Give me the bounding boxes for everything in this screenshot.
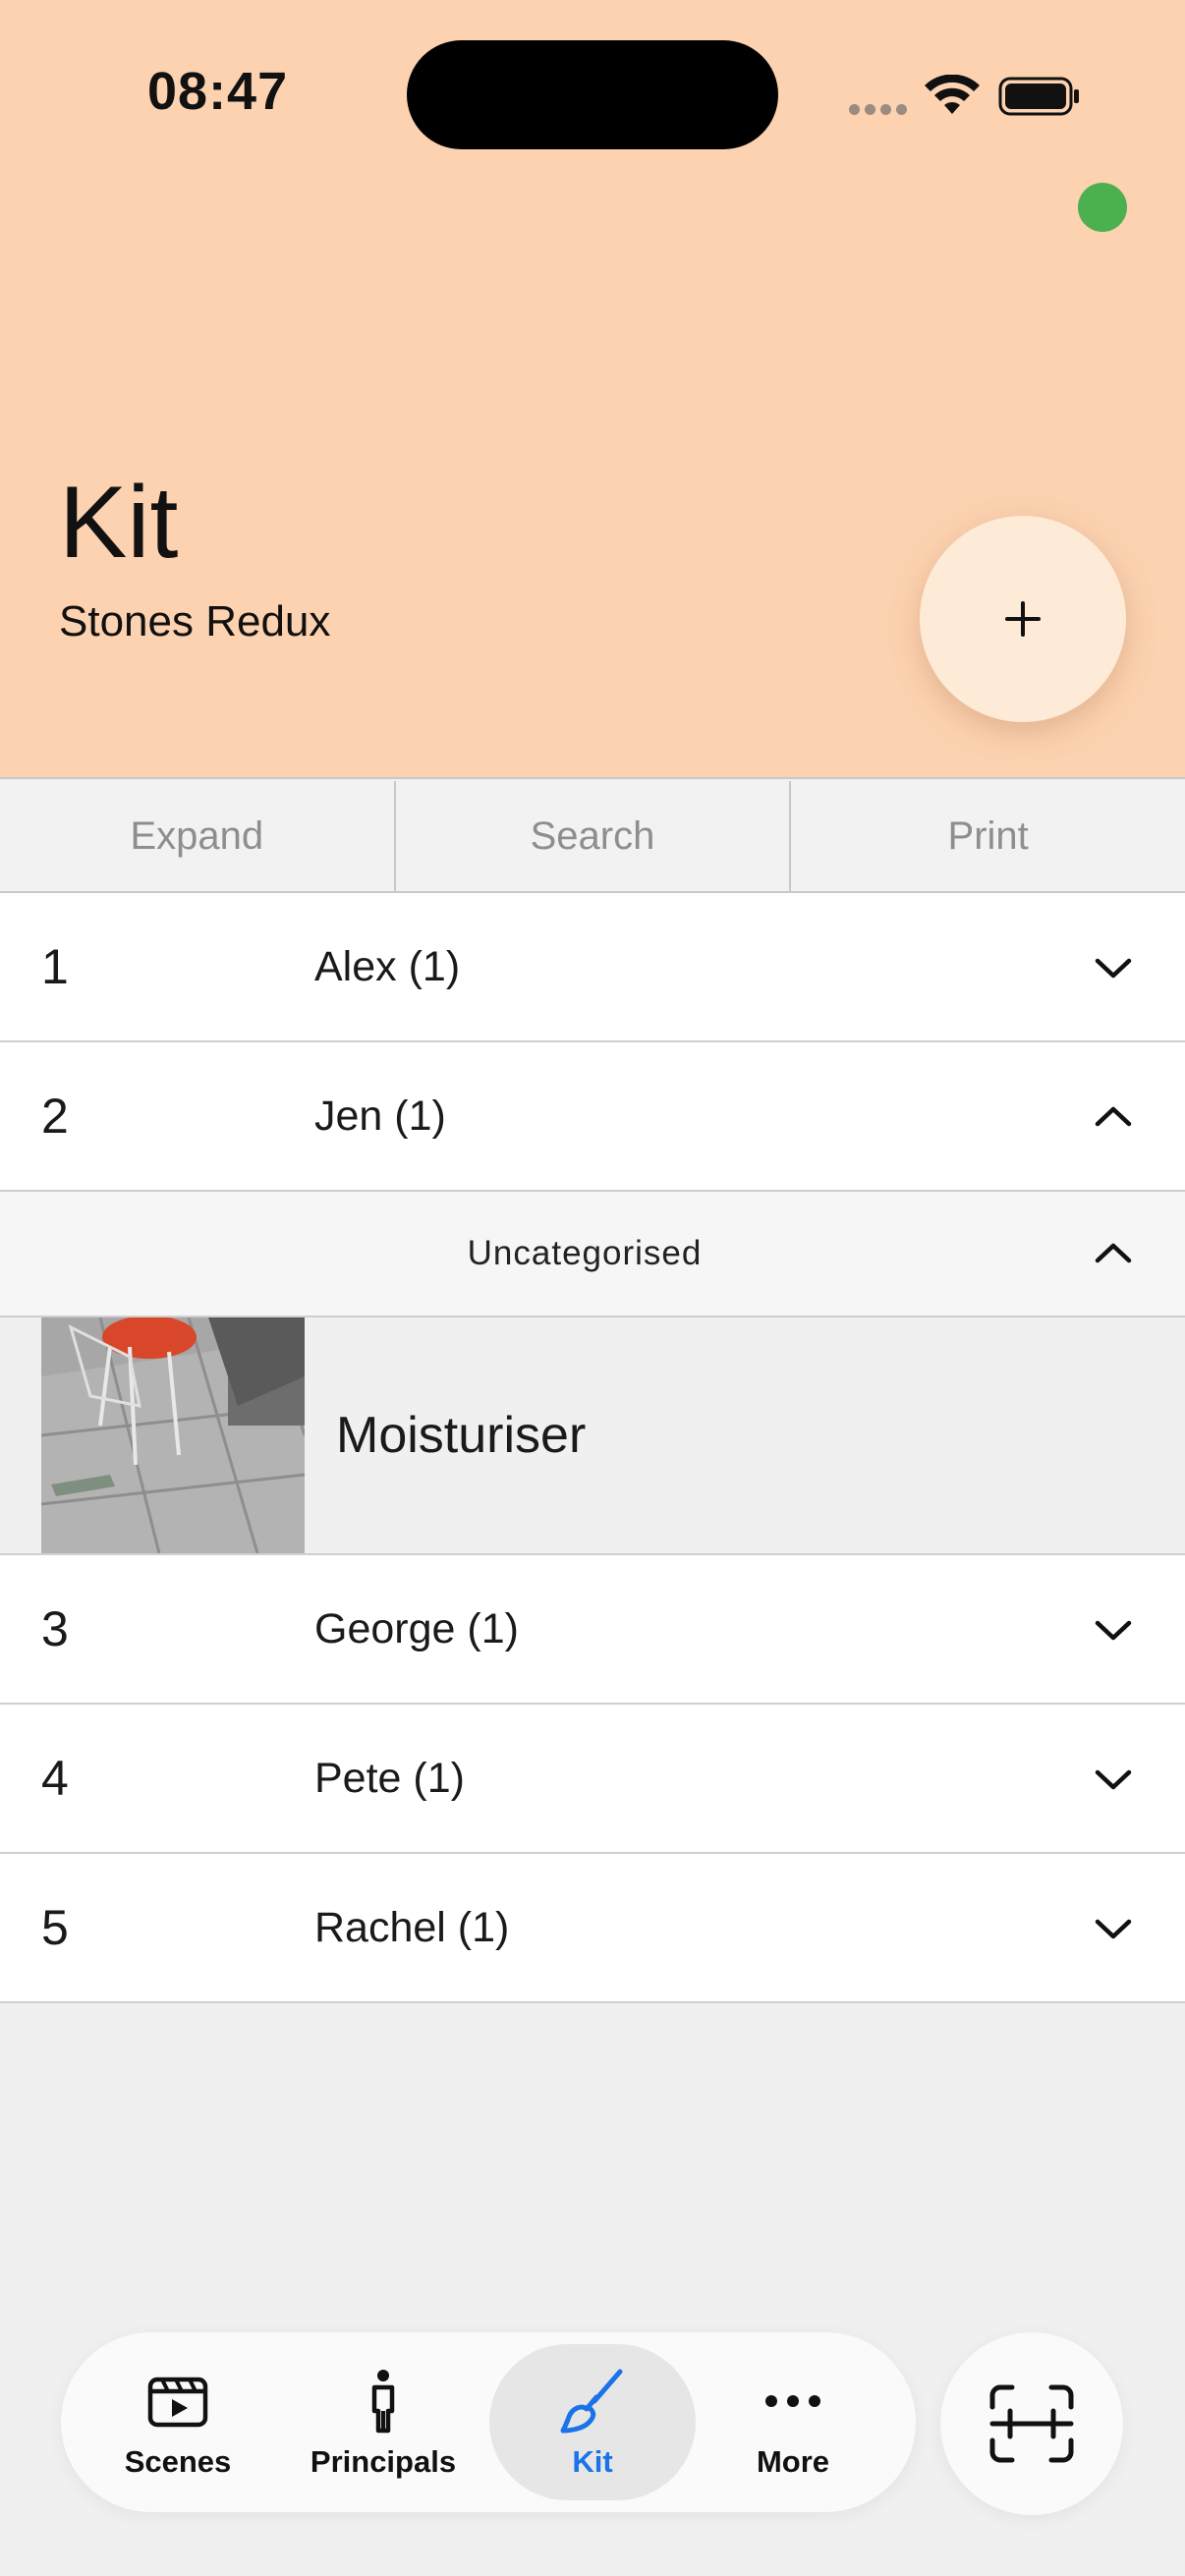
chevron-up-icon bbox=[1095, 1243, 1132, 1263]
principal-name: Rachel (1) bbox=[314, 1903, 510, 1951]
dynamic-island bbox=[407, 40, 778, 149]
kit-item-name: Moisturiser bbox=[336, 1407, 587, 1464]
category-header[interactable]: Uncategorised bbox=[0, 1192, 1185, 1317]
print-button[interactable]: Print bbox=[791, 781, 1185, 891]
principal-row-alex[interactable]: 1 Alex (1) bbox=[0, 893, 1185, 1042]
principal-row-rachel[interactable]: 5 Rachel (1) bbox=[0, 1854, 1185, 2003]
category-label: Uncategorised bbox=[467, 1234, 703, 1272]
principal-name: George (1) bbox=[314, 1604, 519, 1652]
wifi-icon bbox=[925, 75, 980, 114]
cellular-signal-icon bbox=[849, 104, 908, 118]
kit-item-row[interactable]: Moisturiser bbox=[0, 1317, 1185, 1555]
add-button[interactable] bbox=[920, 516, 1126, 722]
page-subtitle: Stones Redux bbox=[59, 597, 331, 645]
principal-kit-list: 1 Alex (1) 2 Jen (1) Uncategorised Moist… bbox=[0, 893, 1185, 2003]
makeup-brush-icon bbox=[560, 2369, 623, 2433]
clapperboard-icon bbox=[147, 2377, 208, 2427]
kit-item-photo bbox=[41, 1317, 305, 1553]
tab-label: Kit bbox=[572, 2443, 613, 2479]
chevron-down-icon bbox=[1095, 1769, 1132, 1790]
chevron-down-icon bbox=[1095, 958, 1132, 979]
status-indicator-dot bbox=[1078, 183, 1127, 232]
chevron-down-icon bbox=[1095, 1620, 1132, 1641]
status-time: 08:47 bbox=[147, 62, 289, 121]
principal-number: 2 bbox=[41, 1089, 69, 1144]
tab-bar: Scenes Principals Kit More bbox=[61, 2332, 916, 2512]
chevron-down-icon bbox=[1095, 1919, 1132, 1939]
expand-button[interactable]: Expand bbox=[0, 781, 396, 891]
person-icon bbox=[371, 2369, 395, 2433]
tab-kit[interactable]: Kit bbox=[489, 2344, 696, 2500]
principal-row-george[interactable]: 3 George (1) bbox=[0, 1555, 1185, 1705]
scan-icon bbox=[989, 2384, 1074, 2463]
search-button[interactable]: Search bbox=[396, 781, 792, 891]
tab-scenes[interactable]: Scenes bbox=[75, 2344, 281, 2500]
principal-row-pete[interactable]: 4 Pete (1) bbox=[0, 1705, 1185, 1854]
principal-name: Jen (1) bbox=[314, 1092, 446, 1140]
chevron-up-icon bbox=[1095, 1106, 1132, 1127]
principal-name: Pete (1) bbox=[314, 1754, 465, 1802]
page-title: Kit bbox=[59, 466, 179, 580]
principal-name: Alex (1) bbox=[314, 942, 461, 990]
scan-button[interactable] bbox=[940, 2332, 1123, 2515]
plus-icon bbox=[1005, 601, 1041, 637]
principal-number: 3 bbox=[41, 1601, 69, 1656]
action-toolbar: Expand Search Print bbox=[0, 781, 1185, 893]
header: 08:47 Kit Stones Redux bbox=[0, 0, 1185, 779]
principal-number: 5 bbox=[41, 1900, 69, 1955]
tab-label: Scenes bbox=[124, 2443, 232, 2479]
tab-more[interactable]: More bbox=[690, 2344, 896, 2500]
principal-row-jen[interactable]: 2 Jen (1) bbox=[0, 1042, 1185, 1192]
battery-icon bbox=[998, 77, 1079, 116]
tab-principals[interactable]: Principals bbox=[280, 2344, 486, 2500]
principal-number: 4 bbox=[41, 1751, 69, 1806]
principal-number: 1 bbox=[41, 939, 69, 994]
tab-label: Principals bbox=[310, 2443, 457, 2479]
tab-label: More bbox=[756, 2443, 830, 2479]
ellipsis-icon bbox=[765, 2394, 820, 2407]
